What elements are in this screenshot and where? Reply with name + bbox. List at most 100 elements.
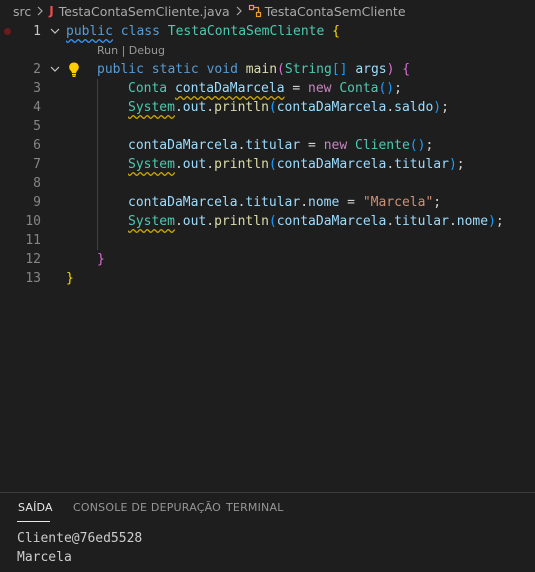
field-name: titular [245, 195, 301, 210]
field-name: nome [308, 195, 340, 210]
keyword: public [97, 62, 144, 77]
variable-name: contaDaMarcela [276, 157, 387, 172]
code-line-1[interactable]: 1 public class TestaContaSemCliente { [0, 22, 535, 41]
code-editor[interactable]: 1 public class TestaContaSemCliente { Ru… [0, 22, 535, 492]
field-name: out [182, 157, 207, 172]
code-line-5[interactable]: 5 [0, 117, 535, 136]
semicolon: ; [425, 138, 434, 153]
codelens: Run | Debug [97, 41, 165, 60]
line-number: 9 [33, 195, 41, 210]
line-number: 10 [25, 214, 41, 229]
output-line: Marcela [17, 550, 72, 565]
line-number: 11 [25, 233, 41, 248]
variable-name: contaDaMarcela [276, 214, 387, 229]
method-name: println [214, 157, 269, 172]
operator: = [339, 195, 363, 210]
method-name: println [214, 214, 269, 229]
brace: } [97, 252, 105, 267]
keyword: static [151, 62, 199, 77]
keyword: new [308, 81, 332, 96]
line-number: 4 [33, 100, 41, 115]
field-name: titular [245, 138, 301, 153]
keyword: public [66, 24, 113, 39]
class-symbol-icon [248, 4, 261, 18]
type-name: Conta [339, 81, 379, 96]
type-name: System [128, 214, 175, 229]
variable-name: contaDaMarcela [128, 195, 238, 210]
line-number: 2 [33, 62, 41, 77]
operator: = [300, 138, 324, 153]
codelens-debug-link[interactable]: Debug [129, 44, 165, 57]
codelens-run-link[interactable]: Run [97, 44, 118, 57]
breadcrumb: src J TestaContaSemCliente.java TestaCon… [0, 0, 535, 22]
line-number: 1 [33, 24, 41, 39]
panel-tabs: SAÍDA CONSOLE DE DEPURAÇÃO TERMINAL [0, 493, 535, 523]
java-file-icon: J [49, 4, 54, 18]
paren: ) [386, 62, 395, 77]
variable-name: contaDaMarcela [276, 100, 387, 115]
tab-debug-console[interactable]: CONSOLE DE DEPURAÇÃO [73, 501, 221, 514]
semicolon: ; [394, 81, 402, 96]
line-number: 12 [25, 252, 41, 267]
tab-output[interactable]: SAÍDA [18, 501, 53, 514]
type-name: Conta [128, 81, 168, 96]
lightbulb-icon[interactable] [67, 61, 81, 78]
paren: ( [277, 62, 285, 77]
code-line-10[interactable]: 10 System.out.println(contaDaMarcela.tit… [0, 212, 535, 231]
fold-chevron-down-icon[interactable] [50, 26, 60, 36]
method-name: println [214, 100, 269, 115]
brace: { [402, 62, 411, 77]
fold-chevron-down-icon[interactable] [50, 64, 60, 74]
bottom-panel: SAÍDA CONSOLE DE DEPURAÇÃO TERMINAL Clie… [0, 492, 535, 572]
code-line-11[interactable]: 11 [0, 231, 535, 250]
type-name: System [128, 157, 175, 172]
breakpoint-hint-icon[interactable] [4, 28, 11, 35]
brace: { [332, 24, 340, 39]
type-name: String [284, 62, 332, 77]
param-name: args [355, 62, 387, 77]
code-line-13[interactable]: 13 } [0, 269, 535, 288]
variable-name: contaDaMarcela [174, 81, 285, 96]
field-name: out [182, 100, 207, 115]
line-number: 13 [25, 271, 41, 286]
keyword: new [323, 138, 348, 153]
semicolon: ; [433, 195, 442, 210]
variable-name: contaDaMarcela [128, 138, 238, 153]
operator: = [284, 81, 309, 96]
line-number: 7 [33, 157, 41, 172]
breadcrumb-symbol[interactable]: TestaContaSemCliente [265, 4, 406, 19]
code-line-12[interactable]: 12 } [0, 250, 535, 269]
active-tab-indicator [17, 521, 50, 522]
brackets: [] [331, 62, 348, 77]
brace: } [66, 271, 74, 286]
keyword: class [120, 24, 160, 39]
chevron-right-icon [236, 6, 242, 16]
paren: () [409, 138, 426, 153]
field-name: titular [394, 214, 449, 229]
string-literal: "Marcela" [362, 195, 434, 210]
code-line-4[interactable]: 4 System.out.println(contaDaMarcela.sald… [0, 98, 535, 117]
line-number: 3 [33, 81, 41, 96]
line-number: 8 [33, 176, 41, 191]
paren: () [378, 81, 395, 96]
code-line-6[interactable]: 6 contaDaMarcela.titular = new Cliente()… [0, 136, 535, 155]
type-name: Cliente [355, 138, 410, 153]
code-line-2[interactable]: 2 public static void main(String[] args)… [0, 60, 535, 79]
type-name: System [128, 100, 175, 115]
code-line-9[interactable]: 9 contaDaMarcela.titular.nome = "Marcela… [0, 193, 535, 212]
keyword: void [206, 62, 238, 77]
code-line-8[interactable]: 8 [0, 174, 535, 193]
code-line-7[interactable]: 7 System.out.println(contaDaMarcela.titu… [0, 155, 535, 174]
output-line: Cliente@76ed5528 [17, 531, 143, 546]
codelens-separator: | [118, 44, 129, 57]
field-name: out [182, 214, 207, 229]
field-name: titular [394, 157, 449, 172]
field-name: nome [456, 214, 489, 229]
breadcrumb-file[interactable]: TestaContaSemCliente.java [59, 4, 230, 19]
breadcrumb-folder[interactable]: src [13, 4, 31, 19]
method-name: main [245, 62, 278, 77]
tab-terminal[interactable]: TERMINAL [226, 501, 284, 514]
code-line-3[interactable]: 3 Conta contaDaMarcela = new Conta(); [0, 79, 535, 98]
class-name: TestaContaSemCliente [167, 24, 325, 39]
line-number: 5 [33, 119, 41, 134]
